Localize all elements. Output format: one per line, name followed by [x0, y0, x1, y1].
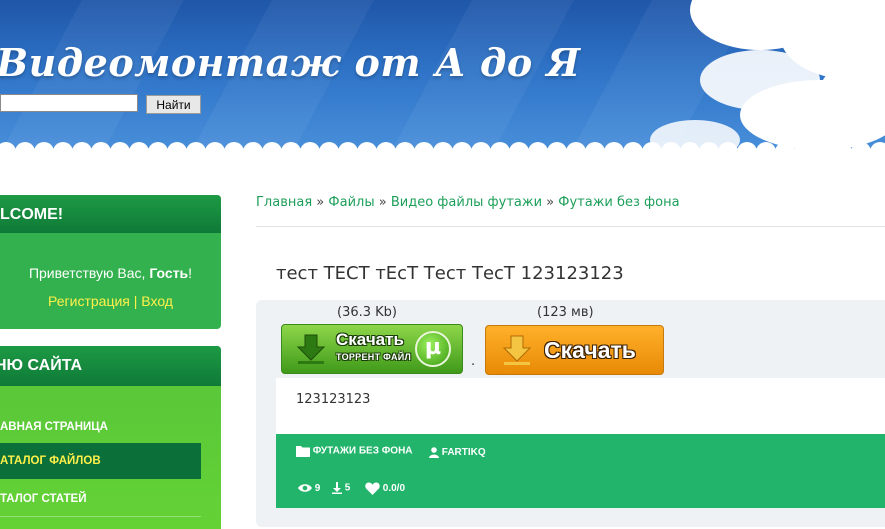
site-header: Видеомонтаж от А до Я Найти: [0, 0, 885, 160]
login-link[interactable]: Вход: [141, 293, 173, 309]
search-input[interactable]: [0, 94, 138, 112]
download-button-label: Скачать: [544, 337, 636, 363]
download-file-button[interactable]: Скачать: [485, 325, 664, 375]
torrent-size: (36.3 Kb): [337, 305, 397, 320]
welcome-panel-header: LCOME!: [0, 195, 221, 233]
greeting-prefix: Приветствую Вас,: [28, 265, 150, 281]
menu-item-file-catalog[interactable]: аталог файлов: [0, 443, 201, 479]
scalloped-edge: [0, 142, 885, 160]
auth-separator: |: [133, 293, 138, 309]
downloads-count: 5: [344, 482, 351, 494]
site-menu-title: НЮ САЙТА: [0, 357, 83, 374]
greeting-suffix: !: [188, 265, 193, 281]
breadcrumb-separator: »: [378, 195, 387, 210]
site-menu-header: НЮ САЙТА: [0, 346, 221, 386]
category-link[interactable]: ФУТАЖИ БЕЗ ФОНА: [313, 446, 413, 457]
site-menu-panel: НЮ САЙТА авная страница аталог файлов та…: [0, 346, 221, 529]
folder-icon: [296, 446, 310, 457]
download-torrent-button[interactable]: Скачать ТОРРЕНТ ФАЙЛ µ: [281, 324, 463, 374]
views-count: 9: [314, 483, 321, 494]
download-size: (123 мв): [537, 305, 594, 320]
button-separator: .: [471, 354, 476, 369]
breadcrumb-divider: [256, 226, 885, 227]
utorrent-icon: µ: [415, 331, 451, 367]
menu-item-home[interactable]: авная страница: [0, 409, 201, 445]
register-link[interactable]: Регистрация: [48, 293, 130, 309]
author-link[interactable]: FARTIKQ: [442, 447, 486, 458]
breadcrumb: Главная » Файлы » Видео файлы футажи » Ф…: [256, 195, 680, 210]
torrent-button-sublabel: ТОРРЕНТ ФАЙЛ: [336, 352, 412, 362]
breadcrumb-home[interactable]: Главная: [256, 195, 312, 210]
user-icon: [429, 447, 439, 458]
breadcrumb-files[interactable]: Файлы: [328, 195, 374, 210]
meta-rating: 0.0/0: [365, 482, 405, 495]
breadcrumb-no-background[interactable]: Футажи без фона: [558, 195, 679, 210]
greeting-name: Гость: [149, 265, 189, 281]
torrent-button-label: Скачать: [336, 330, 404, 349]
download-arrow-icon: [296, 334, 326, 364]
eye-icon: [298, 484, 312, 493]
search-button[interactable]: Найти: [146, 95, 201, 114]
meta-category: ФУТАЖИ БЕЗ ФОНА: [296, 445, 413, 457]
breadcrumb-separator: »: [546, 195, 555, 210]
download-arrow-icon: [502, 335, 532, 365]
meta-views: 9: [298, 483, 320, 494]
greeting: Приветствую Вас, Гость!: [0, 265, 221, 281]
auth-links: Регистрация | Вход: [0, 293, 221, 309]
breadcrumb-video-footage[interactable]: Видео файлы футажи: [391, 195, 542, 210]
welcome-panel-title: LCOME!: [0, 206, 64, 223]
breadcrumb-separator: »: [316, 195, 325, 210]
menu-divider: [0, 516, 201, 517]
rating-value: 0.0/0: [382, 483, 406, 495]
menu-item-article-catalog[interactable]: талог статей: [0, 481, 201, 517]
meta-author: FARTIKQ: [429, 447, 486, 458]
entry-description: 123123123: [296, 392, 371, 407]
download-count-icon: [332, 482, 342, 494]
entry-title: тест ТЕСТ тЕсТ Тест ТесТ 123123123: [276, 263, 624, 284]
heart-icon: [365, 482, 380, 495]
meta-downloads: 5: [332, 482, 350, 494]
welcome-panel: LCOME! Приветствую Вас, Гость! Регистрац…: [0, 195, 221, 329]
site-title[interactable]: Видеомонтаж от А до Я: [0, 40, 581, 85]
